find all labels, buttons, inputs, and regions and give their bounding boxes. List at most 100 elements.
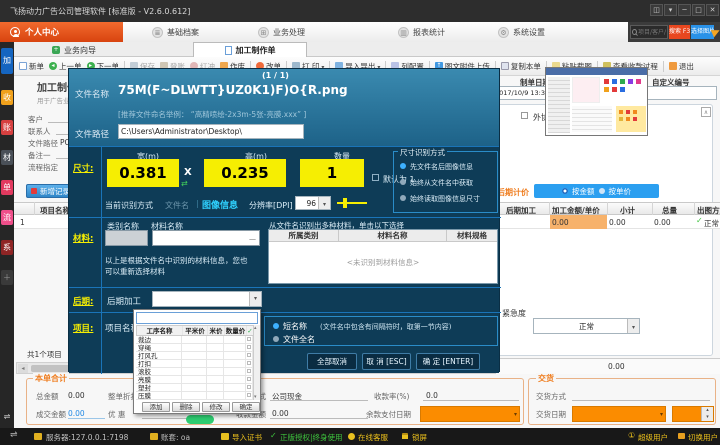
sidebar-item-account[interactable]: 账 [1, 120, 13, 135]
scroll-down-icon[interactable]: ▾ [254, 394, 257, 400]
material-input[interactable]: — [152, 230, 260, 246]
nav-item-reports[interactable]: 报表统计 [398, 22, 445, 42]
toolbar-copy-button[interactable]: 复制本单 [500, 60, 542, 73]
rate-field[interactable] [423, 400, 519, 401]
import-certificate-link[interactable]: 导入证书 [232, 432, 262, 443]
category-input[interactable] [105, 230, 148, 246]
radio-short-name[interactable] [273, 323, 279, 329]
custom-no-input[interactable] [647, 86, 717, 100]
delivery-date-picker[interactable]: ▾ [572, 406, 666, 422]
popup-edit-button[interactable]: 修改 [202, 402, 230, 412]
radio-mode2[interactable] [400, 179, 406, 185]
radio-full-name[interactable] [273, 336, 279, 342]
list-item[interactable]: 亮膜 [136, 376, 253, 384]
width-input[interactable]: 0.381 [107, 159, 179, 187]
scroll-left-icon[interactable]: ◂ [18, 364, 28, 373]
radio-unitprice[interactable] [599, 188, 605, 194]
sidebar-item-receive[interactable]: 收 [1, 90, 13, 105]
skin-icon[interactable]: ◫ [650, 4, 663, 16]
switch-user-link[interactable]: 切换用户 [688, 432, 718, 443]
popup-delete-button[interactable]: 删除 [172, 402, 200, 412]
clear-icon[interactable]: — [249, 235, 256, 243]
post-process-select[interactable] [152, 291, 262, 307]
toggle-switch[interactable] [186, 415, 214, 424]
mat-col-category[interactable]: 所属类别 [269, 230, 339, 241]
minimize-button[interactable]: ─ [678, 4, 691, 16]
radio-mode1[interactable] [400, 163, 406, 169]
swap-icon[interactable] [181, 179, 188, 188]
file-path-input[interactable] [118, 124, 304, 139]
row-checkbox[interactable] [247, 377, 251, 381]
popup-col-sqm[interactable]: 平米价 [183, 326, 208, 335]
sidebar-add-button[interactable]: ＋ [1, 270, 13, 285]
radio-mode3[interactable] [400, 195, 406, 201]
mat-col-name[interactable]: 材料名称 [339, 230, 447, 241]
sidebar-item-material[interactable]: 材 [1, 150, 13, 165]
delivery-qty-stepper[interactable]: ▴▾ [672, 406, 714, 422]
pay-method-field[interactable] [270, 400, 368, 401]
list-item[interactable]: 滚胶 [136, 368, 253, 376]
urgency-select[interactable]: 正常 [533, 318, 640, 334]
popup-col-meter[interactable]: 米价 [208, 326, 225, 335]
list-item[interactable]: 穿绳 [136, 344, 253, 352]
nav-item-business[interactable]: 业务处理 [258, 22, 305, 42]
list-item[interactable]: 塑封 [136, 384, 253, 392]
sidebar-item-order[interactable]: 单 [1, 180, 13, 195]
default-one-checkbox[interactable] [372, 174, 379, 181]
nav-item-archives[interactable]: 基础档案 [152, 22, 199, 42]
mat-col-spec[interactable]: 材料规格 [447, 230, 497, 241]
row-checkbox[interactable] [247, 393, 251, 397]
note1-field[interactable] [56, 158, 68, 159]
image-preview[interactable] [545, 67, 648, 136]
deal-amount-value[interactable]: 0.00 [68, 409, 105, 419]
cancel-button[interactable]: 取 消 [ESC] [362, 353, 411, 370]
customer-field[interactable] [48, 122, 68, 123]
list-item[interactable]: 裁边 [136, 336, 253, 344]
sidebar-item-process[interactable]: 加 [1, 48, 13, 74]
contact-field[interactable] [56, 134, 68, 135]
maximize-button[interactable]: □ [692, 4, 705, 16]
dpi-slider-track[interactable] [337, 202, 367, 204]
balance-date-picker[interactable]: ▾ [420, 406, 520, 422]
spinner-icons[interactable]: ▴▾ [701, 407, 713, 421]
process-filter-input[interactable] [136, 312, 258, 324]
online-support-link[interactable]: 在线客服 [358, 432, 388, 443]
popup-col-qty[interactable]: 数量价 [225, 326, 247, 335]
popup-confirm-button[interactable]: 确定 [232, 402, 260, 412]
lock-screen-link[interactable]: 锁屏 [412, 432, 427, 443]
sidebar-collapse-icon[interactable]: ⇌ [1, 412, 13, 421]
qty-input[interactable]: 1 [300, 159, 364, 187]
popup-add-button[interactable]: 添加 [142, 402, 170, 412]
sidebar-item-system[interactable]: 系 [1, 240, 13, 255]
collapse-statusbar-icon[interactable]: ⇌ [10, 430, 18, 440]
cancel-all-button[interactable]: 全部取消 [307, 353, 357, 370]
pick-image-button[interactable]: 选择图片 [691, 25, 714, 39]
list-item[interactable]: 打扣 [136, 360, 253, 368]
current-image-option[interactable]: 图像信息 [202, 198, 238, 211]
collapse-panel-icon[interactable]: ∧ [701, 107, 711, 117]
popup-col-process[interactable]: 工序名称 [137, 326, 183, 335]
outsource-checkbox[interactable] [521, 112, 528, 119]
delivery-method-field[interactable] [572, 400, 710, 401]
row-checkbox[interactable] [247, 361, 251, 365]
received-field[interactable] [270, 418, 368, 419]
update-icon[interactable]: ▾ [664, 4, 677, 16]
dpi-select[interactable]: 96 [295, 196, 331, 210]
nav-item-settings[interactable]: 系统设置 [498, 22, 545, 42]
row-checkbox[interactable] [247, 337, 251, 341]
row-checkbox[interactable] [247, 353, 251, 357]
row-checkbox[interactable] [247, 369, 251, 373]
tab-wizard[interactable]: 业务向导 [52, 43, 96, 57]
scroll-up-icon[interactable]: ▴ [254, 325, 257, 331]
radio-amount[interactable] [562, 188, 568, 194]
row-checkbox[interactable] [247, 345, 251, 349]
close-button[interactable]: ✕ [706, 4, 719, 16]
search-input[interactable] [638, 29, 666, 36]
nav-item-personal[interactable]: 个人中心 [0, 22, 123, 42]
height-input[interactable]: 0.235 [204, 159, 286, 187]
current-filename-option[interactable]: 文件名 [165, 200, 189, 211]
toolbar-new-button[interactable]: 新单 [18, 60, 45, 73]
row-checkbox[interactable] [247, 385, 251, 389]
toolbar-exit-button[interactable]: 退出 [668, 60, 695, 73]
sidebar-item-flow[interactable]: 流 [1, 210, 13, 225]
